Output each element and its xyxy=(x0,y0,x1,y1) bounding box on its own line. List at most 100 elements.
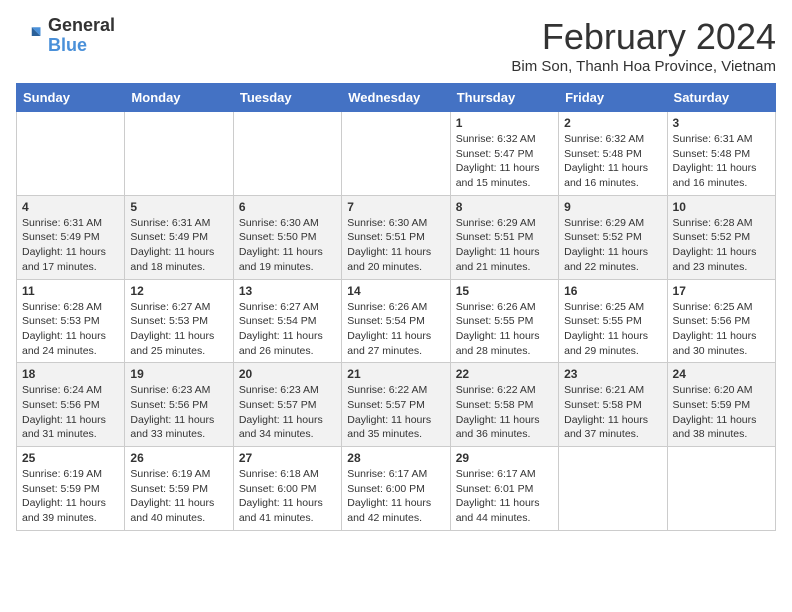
day-number: 28 xyxy=(347,451,444,465)
col-friday: Friday xyxy=(559,84,667,112)
calendar-week-row: 4 Sunrise: 6:31 AM Sunset: 5:49 PM Daylig… xyxy=(17,195,776,279)
calendar-week-row: 1 Sunrise: 6:32 AM Sunset: 5:47 PM Daylig… xyxy=(17,112,776,196)
calendar-cell: 8 Sunrise: 6:29 AM Sunset: 5:51 PM Daylig… xyxy=(450,195,558,279)
col-wednesday: Wednesday xyxy=(342,84,450,112)
calendar-cell: 25 Sunrise: 6:19 AM Sunset: 5:59 PM Dayli… xyxy=(17,447,125,531)
day-info: Sunrise: 6:18 AM Sunset: 6:00 PM Dayligh… xyxy=(239,467,336,526)
calendar-header-row: Sunday Monday Tuesday Wednesday Thursday… xyxy=(17,84,776,112)
day-number: 13 xyxy=(239,284,336,298)
page-header: General Blue February 2024 Bim Son, Than… xyxy=(16,16,776,75)
calendar-cell: 2 Sunrise: 6:32 AM Sunset: 5:48 PM Daylig… xyxy=(559,112,667,196)
day-number: 14 xyxy=(347,284,444,298)
day-number: 4 xyxy=(22,200,119,214)
calendar-cell: 6 Sunrise: 6:30 AM Sunset: 5:50 PM Daylig… xyxy=(233,195,341,279)
calendar-week-row: 11 Sunrise: 6:28 AM Sunset: 5:53 PM Dayli… xyxy=(17,279,776,363)
calendar-cell: 14 Sunrise: 6:26 AM Sunset: 5:54 PM Dayli… xyxy=(342,279,450,363)
calendar-cell: 1 Sunrise: 6:32 AM Sunset: 5:47 PM Daylig… xyxy=(450,112,558,196)
col-saturday: Saturday xyxy=(667,84,775,112)
calendar-cell: 17 Sunrise: 6:25 AM Sunset: 5:56 PM Dayli… xyxy=(667,279,775,363)
day-info: Sunrise: 6:28 AM Sunset: 5:53 PM Dayligh… xyxy=(22,300,119,359)
day-number: 6 xyxy=(239,200,336,214)
calendar-cell xyxy=(342,112,450,196)
calendar-cell xyxy=(17,112,125,196)
day-info: Sunrise: 6:29 AM Sunset: 5:52 PM Dayligh… xyxy=(564,216,661,275)
day-info: Sunrise: 6:31 AM Sunset: 5:49 PM Dayligh… xyxy=(22,216,119,275)
day-info: Sunrise: 6:22 AM Sunset: 5:57 PM Dayligh… xyxy=(347,383,444,442)
logo: General Blue xyxy=(16,16,115,56)
day-number: 8 xyxy=(456,200,553,214)
day-number: 27 xyxy=(239,451,336,465)
day-number: 21 xyxy=(347,367,444,381)
day-info: Sunrise: 6:30 AM Sunset: 5:50 PM Dayligh… xyxy=(239,216,336,275)
calendar-table: Sunday Monday Tuesday Wednesday Thursday… xyxy=(16,83,776,531)
calendar-cell: 11 Sunrise: 6:28 AM Sunset: 5:53 PM Dayli… xyxy=(17,279,125,363)
day-number: 11 xyxy=(22,284,119,298)
day-number: 29 xyxy=(456,451,553,465)
day-number: 26 xyxy=(130,451,227,465)
calendar-cell: 5 Sunrise: 6:31 AM Sunset: 5:49 PM Daylig… xyxy=(125,195,233,279)
col-tuesday: Tuesday xyxy=(233,84,341,112)
calendar-cell: 23 Sunrise: 6:21 AM Sunset: 5:58 PM Dayli… xyxy=(559,363,667,447)
day-info: Sunrise: 6:25 AM Sunset: 5:55 PM Dayligh… xyxy=(564,300,661,359)
calendar-cell xyxy=(233,112,341,196)
day-number: 9 xyxy=(564,200,661,214)
calendar-week-row: 18 Sunrise: 6:24 AM Sunset: 5:56 PM Dayli… xyxy=(17,363,776,447)
day-info: Sunrise: 6:27 AM Sunset: 5:53 PM Dayligh… xyxy=(130,300,227,359)
day-number: 19 xyxy=(130,367,227,381)
day-info: Sunrise: 6:29 AM Sunset: 5:51 PM Dayligh… xyxy=(456,216,553,275)
col-thursday: Thursday xyxy=(450,84,558,112)
day-number: 1 xyxy=(456,116,553,130)
day-info: Sunrise: 6:32 AM Sunset: 5:48 PM Dayligh… xyxy=(564,132,661,191)
location-subtitle: Bim Son, Thanh Hoa Province, Vietnam xyxy=(511,58,776,75)
day-info: Sunrise: 6:27 AM Sunset: 5:54 PM Dayligh… xyxy=(239,300,336,359)
day-info: Sunrise: 6:32 AM Sunset: 5:47 PM Dayligh… xyxy=(456,132,553,191)
day-number: 10 xyxy=(673,200,770,214)
calendar-cell xyxy=(559,447,667,531)
col-sunday: Sunday xyxy=(17,84,125,112)
day-number: 23 xyxy=(564,367,661,381)
day-info: Sunrise: 6:26 AM Sunset: 5:54 PM Dayligh… xyxy=(347,300,444,359)
calendar-cell: 12 Sunrise: 6:27 AM Sunset: 5:53 PM Dayli… xyxy=(125,279,233,363)
day-number: 3 xyxy=(673,116,770,130)
calendar-cell xyxy=(125,112,233,196)
calendar-cell: 22Sunrise: 6:22 AM Sunset: 5:58 PM Dayli… xyxy=(450,363,558,447)
day-info: Sunrise: 6:17 AM Sunset: 6:00 PM Dayligh… xyxy=(347,467,444,526)
day-info: Sunrise: 6:19 AM Sunset: 5:59 PM Dayligh… xyxy=(130,467,227,526)
day-number: 20 xyxy=(239,367,336,381)
day-number: 25 xyxy=(22,451,119,465)
calendar-cell: 20 Sunrise: 6:23 AM Sunset: 5:57 PM Dayli… xyxy=(233,363,341,447)
calendar-cell: 13 Sunrise: 6:27 AM Sunset: 5:54 PM Dayli… xyxy=(233,279,341,363)
day-number: 2 xyxy=(564,116,661,130)
calendar-cell: 28 Sunrise: 6:17 AM Sunset: 6:00 PM Dayli… xyxy=(342,447,450,531)
day-info: Sunrise: 6:25 AM Sunset: 5:56 PM Dayligh… xyxy=(673,300,770,359)
calendar-cell: 10Sunrise: 6:28 AM Sunset: 5:52 PM Dayli… xyxy=(667,195,775,279)
calendar-cell: 27 Sunrise: 6:18 AM Sunset: 6:00 PM Dayli… xyxy=(233,447,341,531)
day-info: Sunrise: 6:30 AM Sunset: 5:51 PM Dayligh… xyxy=(347,216,444,275)
logo-general-text: General xyxy=(48,16,115,36)
day-number: 12 xyxy=(130,284,227,298)
calendar-cell xyxy=(667,447,775,531)
day-info: Sunrise: 6:19 AM Sunset: 5:59 PM Dayligh… xyxy=(22,467,119,526)
calendar-cell: 19 Sunrise: 6:23 AM Sunset: 5:56 PM Dayli… xyxy=(125,363,233,447)
day-info: Sunrise: 6:31 AM Sunset: 5:49 PM Dayligh… xyxy=(130,216,227,275)
day-number: 17 xyxy=(673,284,770,298)
day-info: Sunrise: 6:23 AM Sunset: 5:56 PM Dayligh… xyxy=(130,383,227,442)
calendar-cell: 24Sunrise: 6:20 AM Sunset: 5:59 PM Dayli… xyxy=(667,363,775,447)
logo-blue-text: Blue xyxy=(48,36,115,56)
calendar-cell: 29Sunrise: 6:17 AM Sunset: 6:01 PM Dayli… xyxy=(450,447,558,531)
day-info: Sunrise: 6:26 AM Sunset: 5:55 PM Dayligh… xyxy=(456,300,553,359)
title-block: February 2024 Bim Son, Thanh Hoa Provinc… xyxy=(511,16,776,75)
day-info: Sunrise: 6:21 AM Sunset: 5:58 PM Dayligh… xyxy=(564,383,661,442)
day-number: 18 xyxy=(22,367,119,381)
day-number: 22 xyxy=(456,367,553,381)
calendar-cell: 26 Sunrise: 6:19 AM Sunset: 5:59 PM Dayli… xyxy=(125,447,233,531)
day-number: 5 xyxy=(130,200,227,214)
calendar-cell: 3Sunrise: 6:31 AM Sunset: 5:48 PM Daylig… xyxy=(667,112,775,196)
day-info: Sunrise: 6:24 AM Sunset: 5:56 PM Dayligh… xyxy=(22,383,119,442)
calendar-cell: 18 Sunrise: 6:24 AM Sunset: 5:56 PM Dayli… xyxy=(17,363,125,447)
day-info: Sunrise: 6:20 AM Sunset: 5:59 PM Dayligh… xyxy=(673,383,770,442)
day-number: 7 xyxy=(347,200,444,214)
day-info: Sunrise: 6:23 AM Sunset: 5:57 PM Dayligh… xyxy=(239,383,336,442)
calendar-cell: 15Sunrise: 6:26 AM Sunset: 5:55 PM Dayli… xyxy=(450,279,558,363)
day-number: 16 xyxy=(564,284,661,298)
